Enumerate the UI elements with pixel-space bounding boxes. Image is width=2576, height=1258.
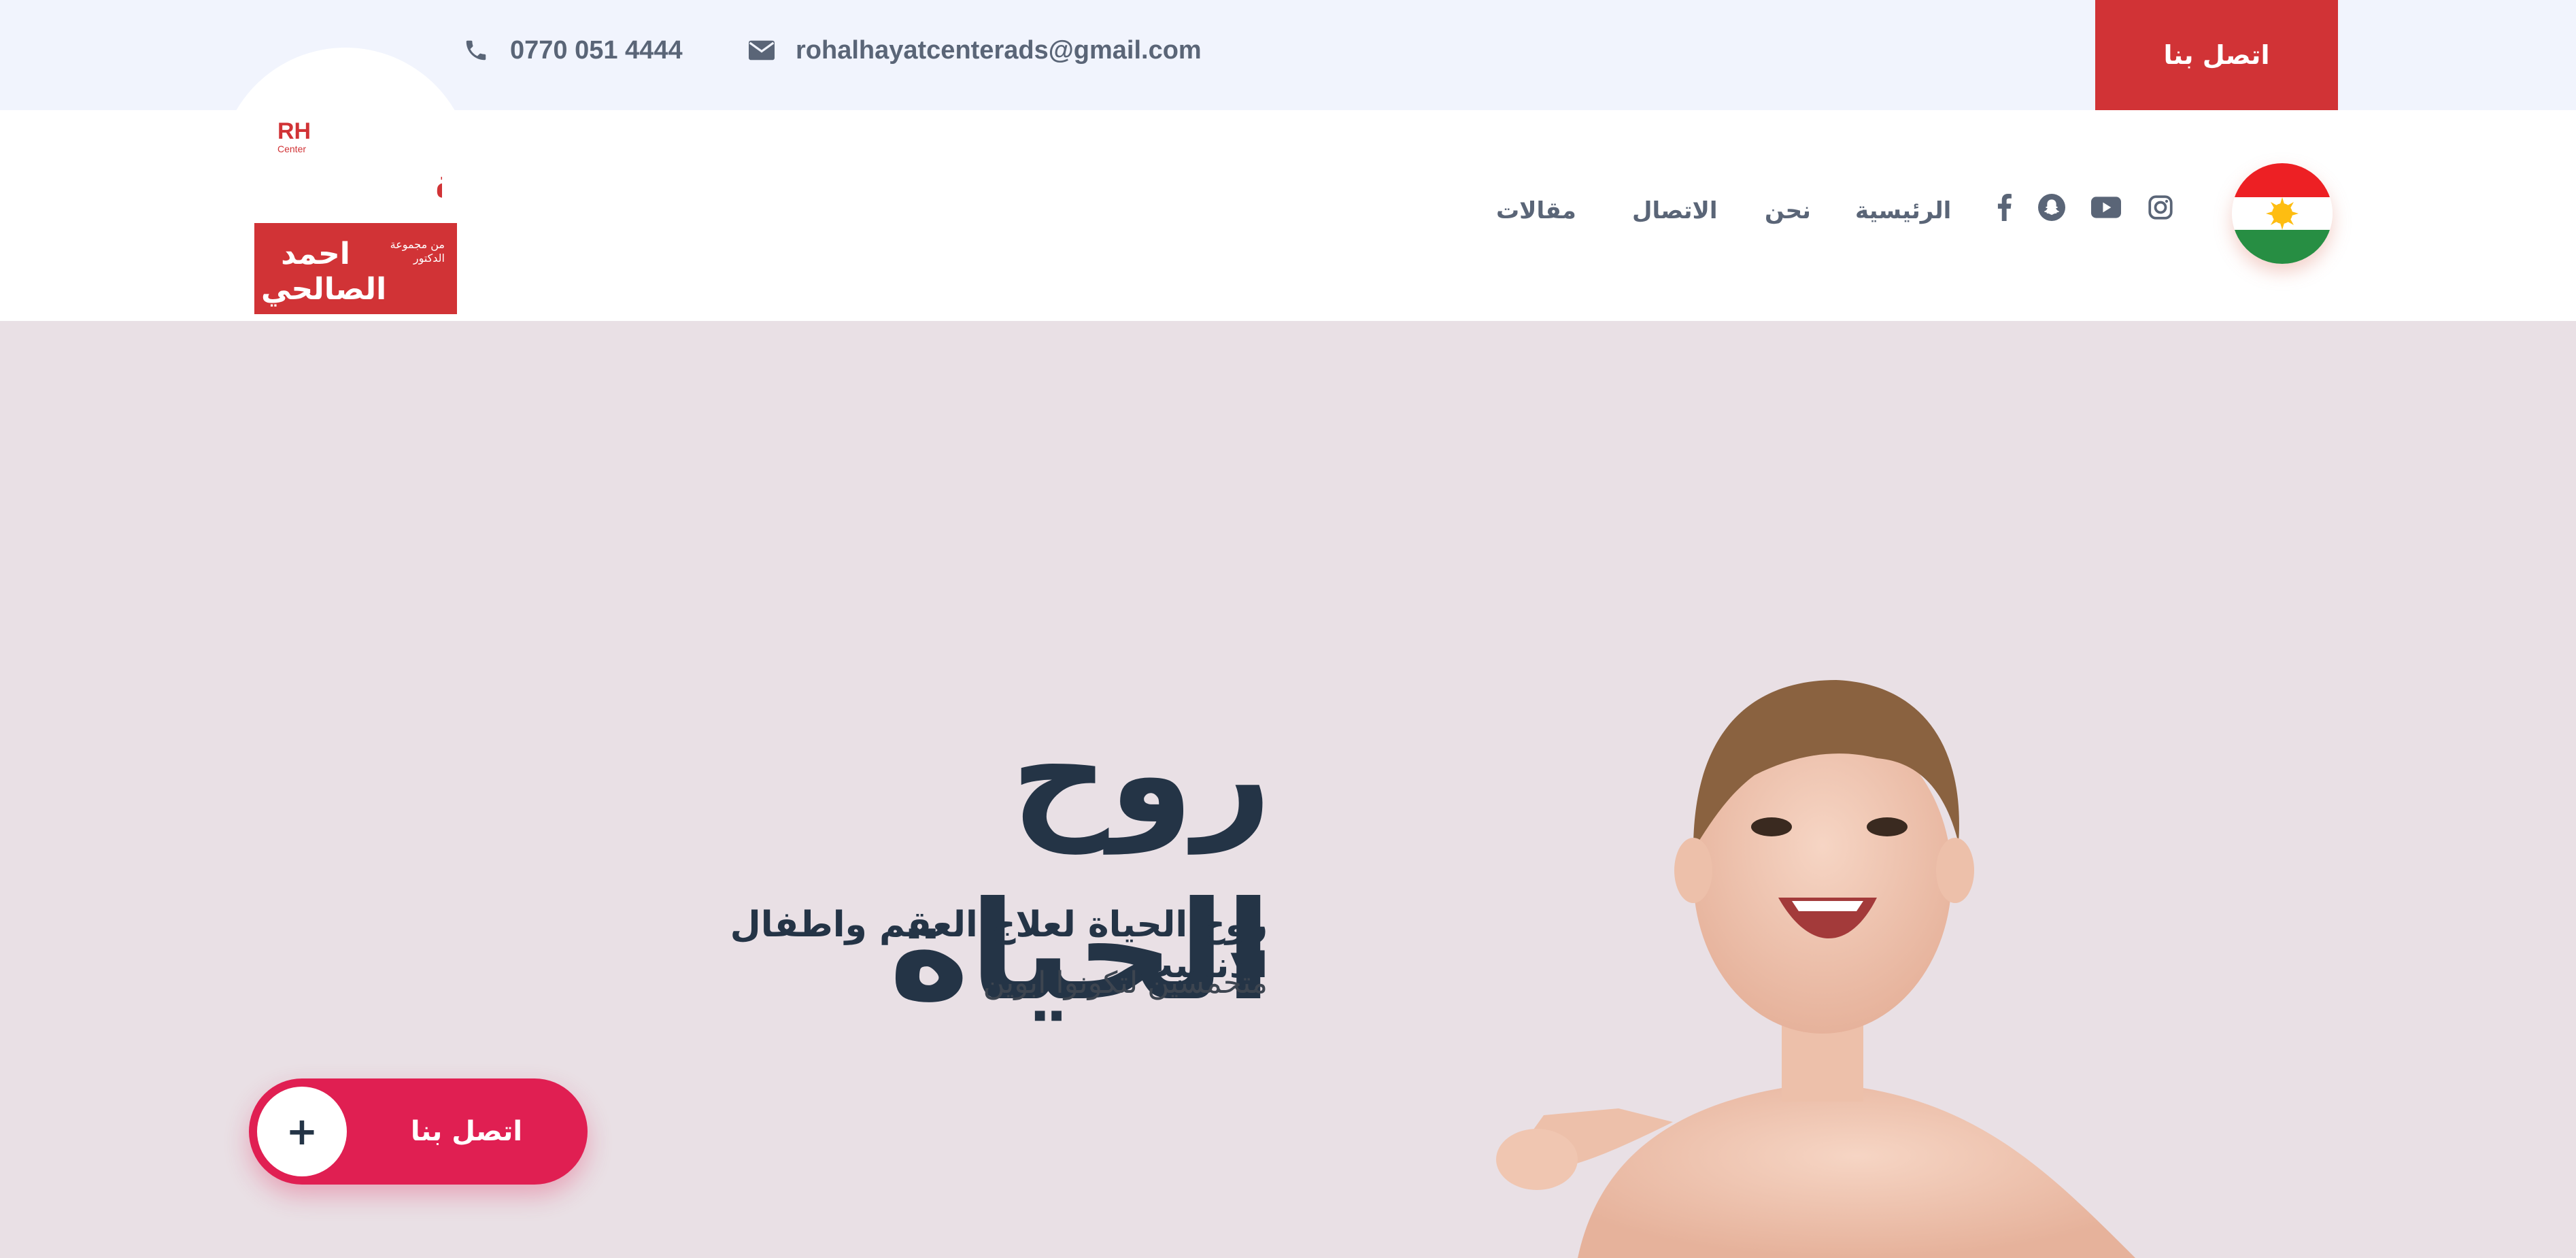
nav-item-about[interactable]: نحن <box>1765 184 1811 238</box>
flag-icon <box>2232 163 2333 264</box>
envelope-icon <box>748 37 775 64</box>
phone-number: 0770 051 4444 <box>510 35 683 65</box>
hero-tagline: متحمسين لتكونوا ابوين <box>983 966 1268 1000</box>
phone-icon <box>462 37 490 64</box>
phone-contact[interactable]: 0770 051 4444 <box>462 30 683 71</box>
logo-doctor-name: احمد الصالحي <box>261 237 387 307</box>
logo-doctor-plate: من مجموعة الدكتور احمد الصالحي <box>254 223 457 314</box>
nav-item-articles[interactable]: مقالات <box>1496 184 1576 238</box>
baby-photo <box>1496 680 2135 1258</box>
email-address: rohalhayatcenterads@gmail.com <box>796 35 1202 65</box>
snapchat-icon[interactable] <box>2035 190 2069 224</box>
nav-item-home[interactable]: الرئيسية <box>1855 184 1951 238</box>
facebook-icon[interactable] <box>1987 190 2021 224</box>
hero-contact-button[interactable]: + اتصل بنا <box>249 1078 588 1185</box>
logo-group-text: من مجموعة الدكتور <box>390 238 445 265</box>
youtube-icon[interactable] <box>2089 190 2123 224</box>
svg-text:RH: RH <box>277 118 311 144</box>
email-contact[interactable]: rohalhayatcenterads@gmail.com <box>748 30 1202 71</box>
logo-mark: RH Center روح الحياة <box>277 118 442 207</box>
nav-item-contact[interactable]: الاتصال <box>1632 184 1718 238</box>
contact-us-button[interactable]: اتصل بنا <box>2095 0 2338 110</box>
hero-contact-label: اتصل بنا <box>410 1116 523 1147</box>
plus-icon: + <box>257 1087 347 1176</box>
svg-text:Center: Center <box>277 143 306 154</box>
instagram-icon[interactable] <box>2143 190 2177 224</box>
svg-text:روح الحياة: روح الحياة <box>435 160 442 207</box>
kurdistan-flag-language-switch[interactable] <box>2232 163 2333 264</box>
